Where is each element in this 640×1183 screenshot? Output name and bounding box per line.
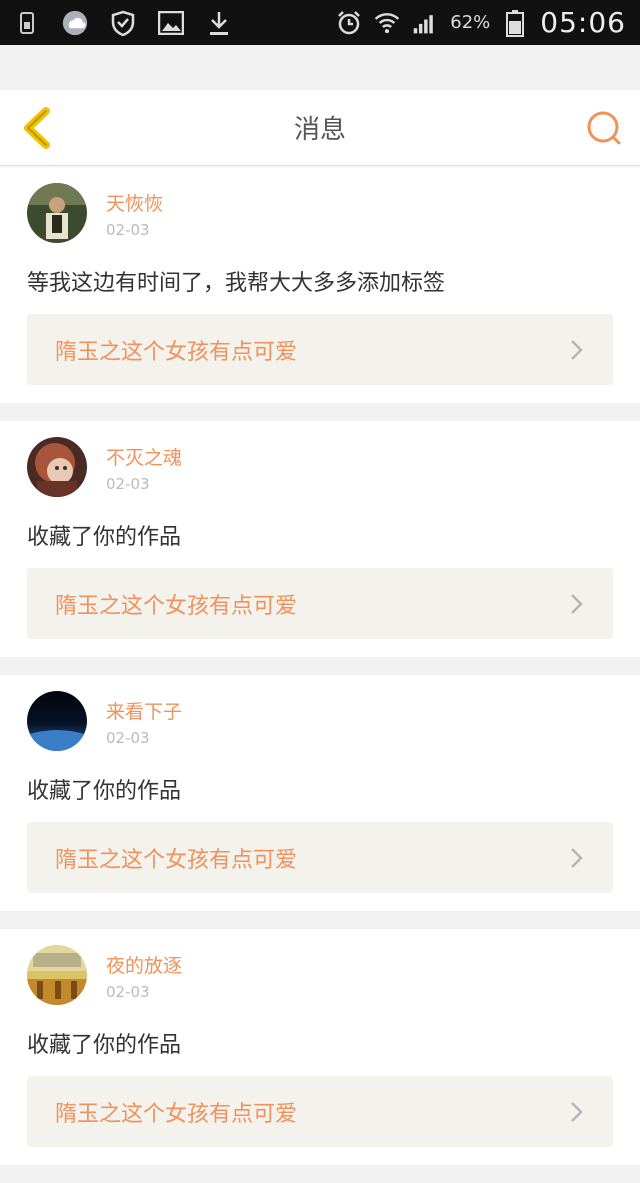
message-text: 收藏了你的作品: [27, 525, 182, 550]
work-link[interactable]: 隋玉之这个女孩有点可爱: [27, 314, 613, 385]
clock: 05:06: [540, 6, 626, 39]
username[interactable]: 来看下子: [106, 697, 182, 724]
message-card: 来看下子 02-03 收藏了你的作品 隋玉之这个女孩有点可爱: [0, 675, 640, 911]
work-title: 隋玉之这个女孩有点可爱: [55, 593, 298, 619]
message-date: 02-03: [106, 221, 150, 239]
message-date: 02-03: [106, 475, 150, 493]
message-card: 夜的放逐 02-03 收藏了你的作品 隋玉之这个女孩有点可爱: [0, 929, 640, 1165]
message-text: 收藏了你的作品: [27, 779, 182, 804]
work-link[interactable]: 隋玉之这个女孩有点可爱: [27, 1076, 613, 1147]
chevron-right-icon: [571, 1101, 583, 1122]
message-date: 02-03: [106, 983, 150, 1001]
wifi-icon: [374, 10, 400, 36]
message-card: 天恢恢 02-03 等我这边有时间了，我帮大大多多添加标签 隋玉之这个女孩有点可…: [0, 167, 640, 403]
work-title: 隋玉之这个女孩有点可爱: [55, 339, 298, 365]
work-link[interactable]: 隋玉之这个女孩有点可爱: [27, 822, 613, 893]
download-icon: [206, 10, 232, 36]
battery-percent: 62%: [450, 12, 491, 33]
username[interactable]: 夜的放逐: [106, 951, 182, 978]
message-text: 收藏了你的作品: [27, 1033, 182, 1058]
avatar[interactable]: [27, 437, 87, 497]
message-list: 天恢恢 02-03 等我这边有时间了，我帮大大多多添加标签 隋玉之这个女孩有点可…: [0, 167, 640, 1183]
search-icon: [587, 111, 621, 145]
back-icon: [24, 107, 50, 149]
battery-icon: [502, 9, 528, 37]
chevron-right-icon: [571, 847, 583, 868]
avatar[interactable]: [27, 183, 87, 243]
page-title: 消息: [293, 115, 346, 145]
username[interactable]: 天恢恢: [106, 189, 163, 216]
app-header: 消息: [0, 90, 640, 166]
message-text: 等我这边有时间了，我帮大大多多添加标签: [27, 271, 446, 296]
avatar[interactable]: [27, 691, 87, 751]
back-button[interactable]: [14, 106, 58, 150]
status-bar: 62% 05:06: [0, 0, 640, 45]
alarm-icon: [336, 10, 362, 36]
sim-icon: [14, 10, 40, 36]
weather-icon: [62, 10, 88, 36]
chevron-right-icon: [571, 593, 583, 614]
username[interactable]: 不灭之魂: [106, 443, 182, 470]
chevron-right-icon: [571, 339, 583, 360]
signal-icon: [412, 10, 438, 36]
work-title: 隋玉之这个女孩有点可爱: [55, 1101, 298, 1127]
avatar[interactable]: [27, 945, 87, 1005]
gallery-icon: [158, 10, 184, 36]
message-card: 不灭之魂 02-03 收藏了你的作品 隋玉之这个女孩有点可爱: [0, 421, 640, 657]
shield-icon: [110, 10, 136, 36]
work-link[interactable]: 隋玉之这个女孩有点可爱: [27, 568, 613, 639]
message-date: 02-03: [106, 729, 150, 747]
search-button[interactable]: [582, 106, 626, 150]
work-title: 隋玉之这个女孩有点可爱: [55, 847, 298, 873]
